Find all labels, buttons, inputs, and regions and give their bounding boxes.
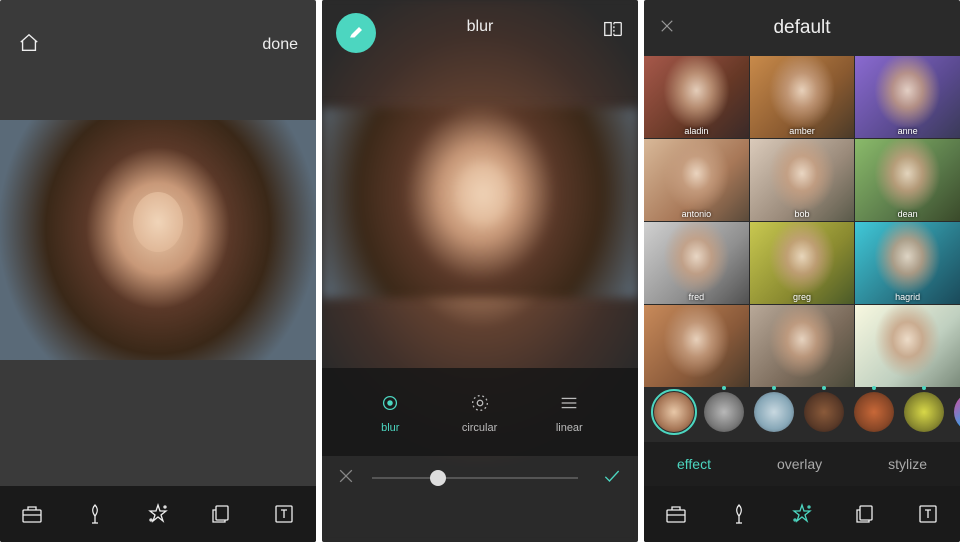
category-thumb-2[interactable] (754, 392, 794, 432)
compare-icon[interactable] (602, 18, 624, 45)
category-thumb-3[interactable] (804, 392, 844, 432)
tool-toolbox-icon[interactable] (17, 499, 47, 529)
slider-row (322, 456, 638, 500)
tool-layers-icon[interactable] (206, 499, 236, 529)
filter-set-title: default (773, 17, 830, 39)
tool-effects-icon[interactable] (143, 499, 173, 529)
filter-label: aladin (684, 126, 708, 136)
done-button[interactable]: done (262, 36, 298, 54)
mode-label: blur (381, 422, 399, 434)
indicator-dot (922, 386, 926, 390)
intensity-slider[interactable] (372, 477, 578, 479)
indicator-dot (772, 386, 776, 390)
tool-layers-icon[interactable] (850, 499, 880, 529)
filter-label: hagrid (895, 292, 920, 302)
filter-anne[interactable]: anne (855, 56, 960, 138)
filter-greg[interactable]: greg (750, 222, 855, 304)
effects-screen: default aladin amber anne antonio bob dean fre… (644, 0, 960, 542)
category-thumb-5[interactable] (904, 392, 944, 432)
circular-icon (467, 390, 493, 416)
filter-amber[interactable]: amber (750, 56, 855, 138)
filter-thumbnail (644, 305, 749, 387)
home-icon[interactable] (18, 32, 40, 59)
indicator-dot (872, 386, 876, 390)
filter-antonio[interactable]: antonio (644, 139, 749, 221)
filter-grid: aladin amber anne antonio bob dean fred greg hag… (644, 56, 960, 387)
filter-label: bob (794, 209, 809, 219)
tool-pen-icon[interactable] (724, 499, 754, 529)
indicator-dot (722, 386, 726, 390)
category-strip[interactable] (644, 382, 960, 442)
filter-bob[interactable]: bob (750, 139, 855, 221)
filter-thumbnail (750, 305, 855, 387)
mode-label: linear (556, 422, 583, 434)
category-thumb-0[interactable] (654, 392, 694, 432)
filter-dean[interactable]: dean (855, 139, 960, 221)
blur-mode-row: blur circular linear (322, 368, 638, 456)
slider-thumb[interactable] (430, 470, 446, 486)
tab-stylize[interactable]: stylize (888, 456, 927, 472)
effect-tabs: effect overlay stylize (644, 442, 960, 486)
tab-overlay[interactable]: overlay (777, 456, 822, 472)
filter-label: greg (793, 292, 811, 302)
tool-pen-icon[interactable] (80, 499, 110, 529)
indicator-dot (822, 386, 826, 390)
filter-cell-9[interactable] (644, 305, 749, 387)
canvas-image[interactable] (0, 120, 316, 360)
tool-text-icon[interactable] (269, 499, 299, 529)
tool-text-icon[interactable] (913, 499, 943, 529)
blur-screen: blur blur circular linear (322, 0, 638, 542)
filter-fred[interactable]: fred (644, 222, 749, 304)
mode-label: circular (462, 422, 497, 434)
filter-label: fred (689, 292, 705, 302)
bottom-toolbar (0, 486, 316, 542)
category-thumb-1[interactable] (704, 392, 744, 432)
filter-label: dean (898, 209, 918, 219)
tab-effect[interactable]: effect (677, 456, 711, 472)
filter-cell-11[interactable] (855, 305, 960, 387)
linear-icon (556, 390, 582, 416)
filter-cell-10[interactable] (750, 305, 855, 387)
mode-circular[interactable]: circular (462, 390, 497, 434)
filter-aladin[interactable]: aladin (644, 56, 749, 138)
tool-toolbox-icon[interactable] (661, 499, 691, 529)
top-bar: done (0, 0, 316, 90)
filter-thumbnail (855, 305, 960, 387)
category-thumb-6[interactable] (954, 392, 960, 432)
close-icon[interactable] (658, 17, 676, 40)
top-bar: blur (322, 0, 638, 48)
filter-label: antonio (682, 209, 712, 219)
cancel-icon[interactable] (336, 466, 356, 491)
canvas-image-blurred[interactable] (322, 108, 638, 298)
top-bar: default (644, 0, 960, 56)
bottom-toolbar (644, 486, 960, 542)
category-thumb-4[interactable] (854, 392, 894, 432)
mode-blur[interactable]: blur (377, 390, 403, 434)
editor-main-screen: done (0, 0, 316, 542)
confirm-icon[interactable] (602, 466, 622, 491)
blur-icon (377, 390, 403, 416)
filter-label: amber (789, 126, 815, 136)
filter-hagrid[interactable]: hagrid (855, 222, 960, 304)
filter-label: anne (898, 126, 918, 136)
tool-effects-icon[interactable] (787, 499, 817, 529)
screen-title: blur (467, 18, 494, 36)
eraser-button[interactable] (336, 13, 376, 53)
mode-linear[interactable]: linear (556, 390, 583, 434)
